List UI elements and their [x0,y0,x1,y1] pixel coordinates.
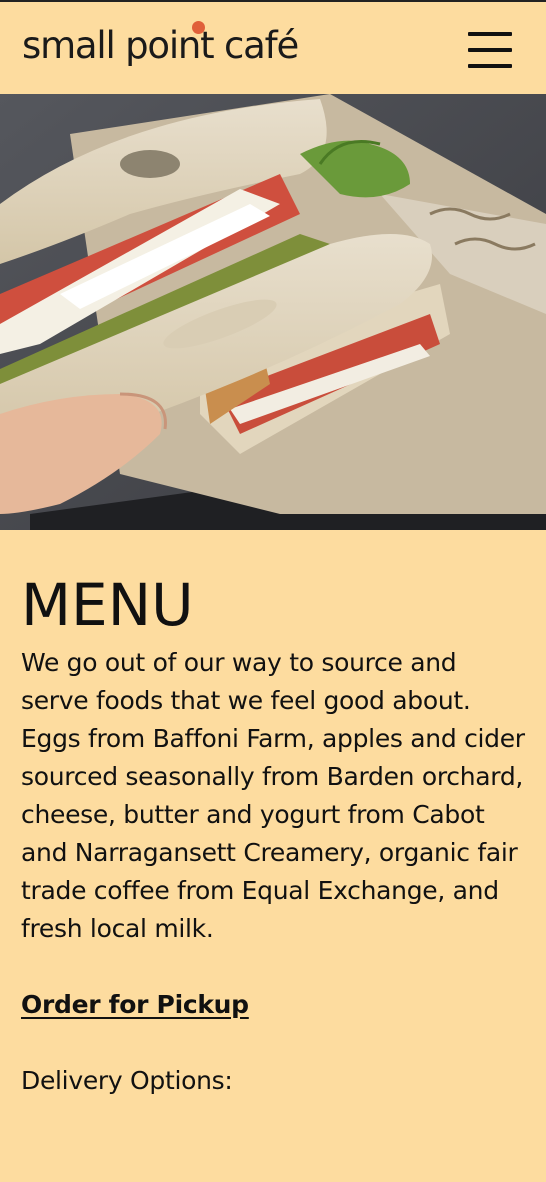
sandwich-photo [0,94,546,530]
order-for-pickup-link[interactable]: Order for Pickup [21,986,249,1024]
delivery-options-label: Delivery Options: [21,1066,233,1095]
hero-image [0,94,546,530]
logo-text: small point café [22,24,299,67]
hamburger-menu-icon[interactable] [462,28,518,72]
page-title: MENU [21,571,194,639]
intro-paragraph: We go out of our way to source and serve… [21,648,525,943]
site-header: small point café [0,2,546,94]
site-logo[interactable]: small point café [22,20,342,82]
main-content: MENU We go out of our way to source and … [21,560,526,1100]
